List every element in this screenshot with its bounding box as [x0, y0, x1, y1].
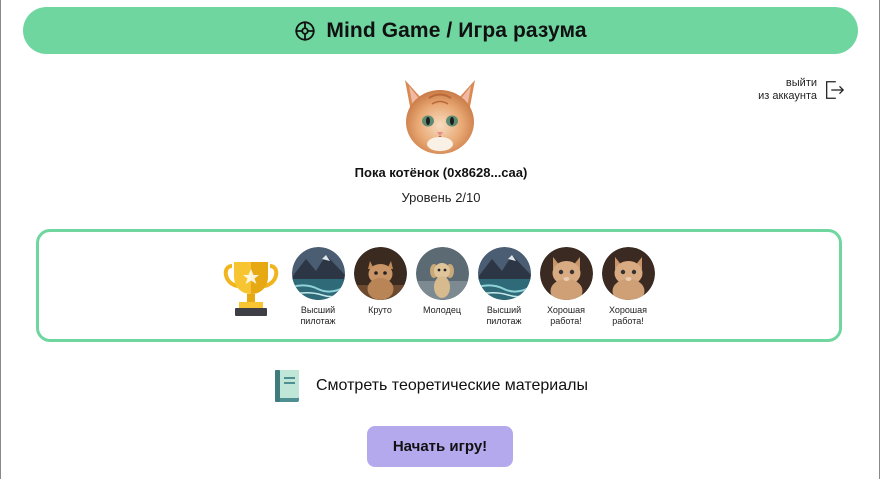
- logout-icon: [826, 81, 845, 99]
- kitten-badge: [539, 247, 593, 300]
- achievements-panel: Высший пилотаж Круто Молодец Высший пило…: [36, 229, 842, 342]
- achievement-badge[interactable]: Хорошая работа!: [599, 247, 657, 327]
- theory-materials-link[interactable]: Смотреть теоретические материалы: [274, 368, 588, 404]
- kitten-avatar: [405, 80, 475, 154]
- mountain-lake-badge: [477, 247, 531, 300]
- badge-label: Хорошая работа!: [608, 305, 648, 326]
- logout-label: выйти из аккаунта: [758, 77, 817, 102]
- achievement-badge[interactable]: Хорошая работа!: [537, 247, 595, 327]
- header-bar: Mind Game / Игра разума: [23, 7, 858, 54]
- cat-badge: [353, 247, 407, 300]
- badge-label: Высший пилотаж: [300, 305, 336, 326]
- theory-materials-label: Смотреть теоретические материалы: [316, 377, 588, 394]
- achievement-badge[interactable]: Молодец: [413, 247, 471, 316]
- book-icon: [275, 370, 299, 402]
- mountain-lake-badge: [291, 247, 345, 300]
- badge-label: Круто: [368, 305, 392, 315]
- start-game-button[interactable]: Начать игру!: [367, 426, 513, 467]
- dog-badge: [415, 247, 469, 300]
- username: Пока котёнок (0x8628...caa): [354, 165, 528, 180]
- kitten-badge: [601, 247, 655, 300]
- app-title: Mind Game / Игра разума: [326, 18, 587, 42]
- trophy-icon: [223, 262, 279, 316]
- achievement-badge[interactable]: Круто: [351, 247, 409, 316]
- badge-label: Высший пилотаж: [486, 305, 522, 326]
- achievement-badge[interactable]: Высший пилотаж: [289, 247, 347, 327]
- badge-label: Хорошая работа!: [546, 305, 586, 326]
- level-indicator: Уровень 2/10: [401, 190, 481, 205]
- crosshair-icon: [295, 20, 316, 41]
- badge-label: Молодец: [423, 305, 461, 315]
- logout-button[interactable]: выйти из аккаунта: [747, 77, 845, 103]
- achievement-badge[interactable]: Высший пилотаж: [475, 247, 533, 327]
